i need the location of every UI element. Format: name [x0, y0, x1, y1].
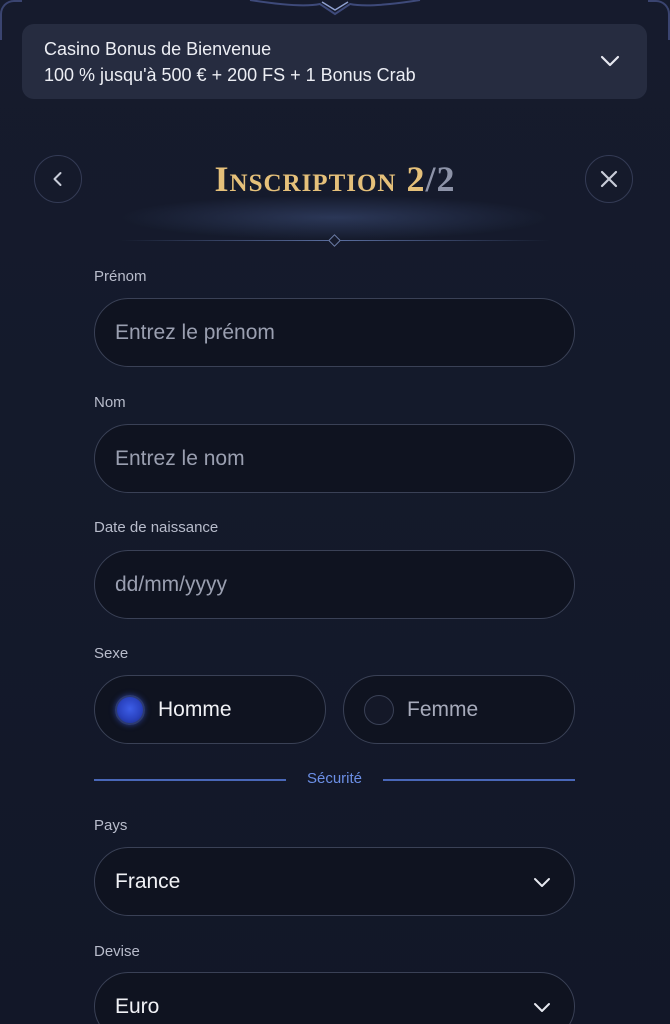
security-section-title: Sécurité: [306, 770, 363, 787]
country-select[interactable]: France: [94, 847, 575, 916]
first-name-label: Prénom: [94, 268, 147, 285]
birth-date-input[interactable]: dd/mm/yyyy: [94, 550, 575, 619]
gender-option-homme[interactable]: Homme: [94, 675, 326, 744]
bonus-title: Casino Bonus de Bienvenue: [44, 39, 272, 59]
close-button[interactable]: [585, 155, 633, 203]
gender-option-femme[interactable]: Femme: [343, 675, 575, 744]
gender-label: Sexe: [94, 645, 129, 662]
last-name-label: Nom: [94, 394, 126, 411]
currency-value: Euro: [115, 994, 160, 1018]
gender-option-label: Homme: [158, 697, 232, 721]
back-button[interactable]: [34, 155, 82, 203]
last-name-placeholder: Entrez le nom: [115, 446, 245, 470]
corner-ornament-left: [0, 0, 22, 40]
chevron-down-icon: [534, 1003, 550, 1012]
page-title: Inscription 2/2: [110, 158, 560, 200]
country-value: France: [115, 869, 181, 893]
currency-label: Devise: [94, 943, 140, 960]
top-ornament: [249, 0, 421, 16]
radio-unselected-icon: [364, 694, 394, 725]
corner-ornament-right: [648, 0, 670, 40]
country-label: Pays: [94, 817, 128, 834]
birth-date-placeholder: dd/mm/yyyy: [115, 572, 228, 596]
currency-select[interactable]: Euro: [94, 972, 575, 1024]
bonus-offer: 100 % jusqu'à 500 € + 200 FS + 1 Bonus C…: [44, 65, 416, 85]
chevron-down-icon: [534, 878, 550, 887]
registration-page: Casino Bonus de Bienvenue 100 % jusqu'à …: [0, 0, 670, 1024]
first-name-placeholder: Entrez le prénom: [115, 320, 275, 344]
divider-line-right: [383, 779, 575, 781]
welcome-bonus-dropdown[interactable]: Casino Bonus de Bienvenue 100 % jusqu'à …: [22, 24, 647, 99]
security-divider: Sécurité: [94, 768, 575, 792]
title-glow: [120, 195, 550, 240]
title-text: Inscription: [214, 159, 397, 199]
divider-line-left: [94, 779, 286, 781]
birth-date-label: Date de naissance: [94, 519, 219, 536]
step-current: 2: [406, 159, 426, 199]
step-separator: /: [425, 159, 437, 199]
first-name-input[interactable]: Entrez le prénom: [94, 298, 575, 367]
step-total: 2: [436, 159, 456, 199]
chevron-down-icon: [600, 55, 620, 67]
radio-selected-icon: [115, 694, 145, 725]
chevron-left-icon: [53, 172, 62, 186]
last-name-input[interactable]: Entrez le nom: [94, 424, 575, 493]
close-icon: [600, 170, 618, 188]
gender-option-label: Femme: [407, 697, 479, 721]
